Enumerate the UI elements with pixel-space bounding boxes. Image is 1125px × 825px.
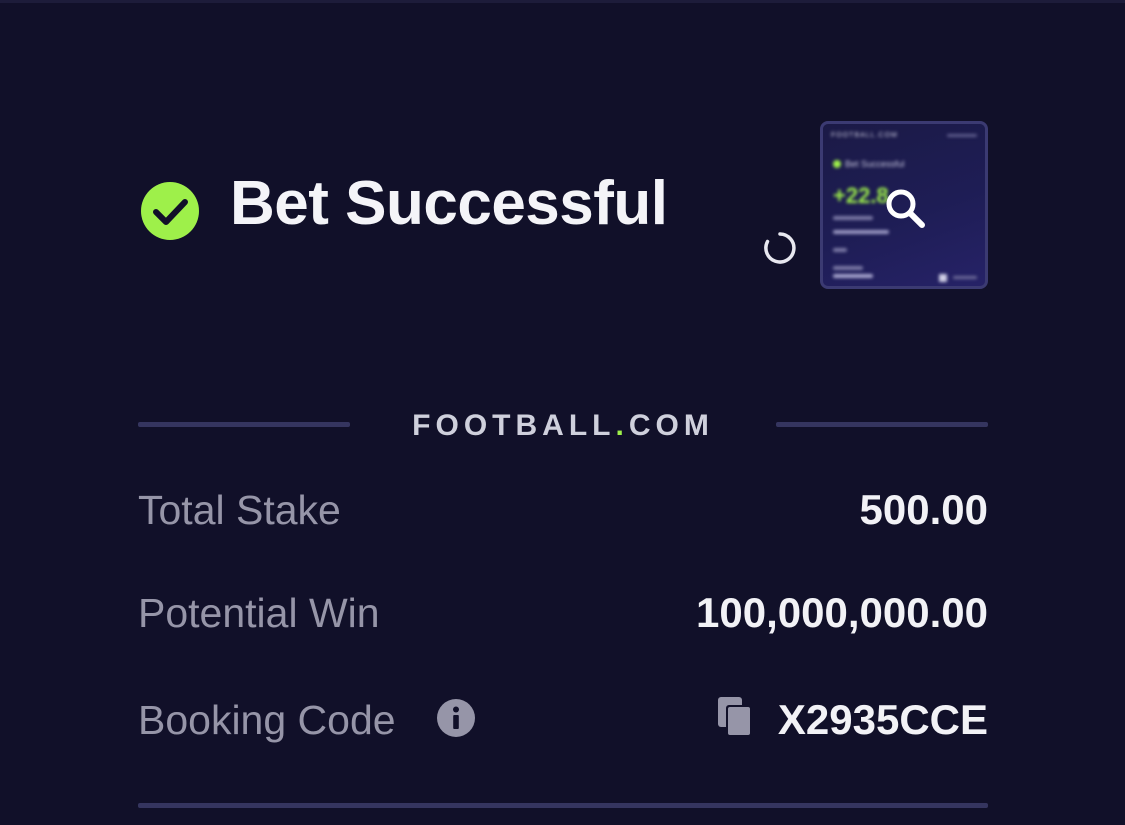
info-icon[interactable] — [437, 699, 475, 737]
thumbnail-line — [833, 266, 863, 270]
brand-text-right: COM — [628, 409, 714, 442]
thumbnail-line — [953, 276, 977, 279]
thumbnail-line — [947, 134, 977, 137]
page-title: Bet Successful — [230, 169, 668, 238]
divider-left — [138, 422, 350, 427]
brand-text-left: FOOTBALL — [412, 409, 616, 442]
bet-slip-thumbnail[interactable]: FOOTBALL.COM Bet Successful +22.8 — [820, 121, 988, 289]
thumbnail-status: Bet Successful — [845, 159, 905, 169]
thumbnail-line — [833, 216, 873, 220]
bet-confirmation-screen: Bet Successful FOOTBALL.COM Bet Successf… — [0, 0, 1125, 825]
booking-code-label: Booking Code — [138, 697, 396, 743]
thumbnail-line — [833, 274, 873, 278]
booking-code-value[interactable]: X2935CCE — [778, 696, 988, 744]
bottom-divider — [138, 803, 988, 808]
search-icon[interactable] — [882, 185, 928, 231]
top-border — [0, 0, 1125, 3]
thumbnail-check-dot — [833, 160, 841, 168]
thumbnail-amount: +22.8 — [833, 183, 889, 208]
thumbnail-line — [939, 274, 947, 282]
potential-win-label: Potential Win — [138, 590, 380, 636]
copy-icon[interactable] — [717, 696, 753, 738]
total-stake-label: Total Stake — [138, 487, 341, 533]
thumbnail-line — [833, 248, 847, 252]
loading-spinner-icon — [764, 232, 796, 264]
thumbnail-brand: FOOTBALL.COM — [831, 132, 898, 139]
brand-logo: FOOTBALL.COM — [380, 408, 746, 444]
brand-dot: . — [615, 409, 629, 442]
thumbnail-line — [833, 230, 889, 234]
total-stake-value: 500.00 — [859, 486, 988, 533]
divider-right — [776, 422, 988, 427]
potential-win-value: 100,000,000.00 — [696, 589, 988, 636]
check-circle-icon — [141, 182, 199, 240]
